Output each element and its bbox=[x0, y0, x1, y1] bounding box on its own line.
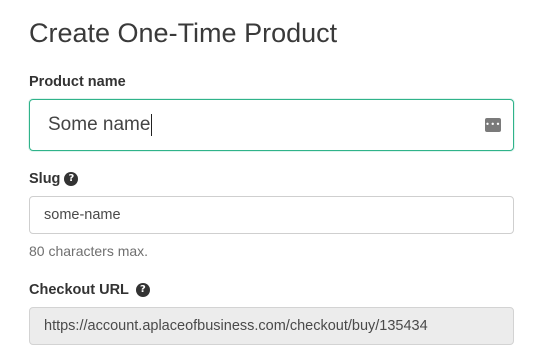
text-caret bbox=[151, 114, 153, 136]
page-title: Create One-Time Product bbox=[29, 18, 338, 48]
slug-label-text: Slug bbox=[29, 171, 61, 187]
question-circle-icon[interactable]: ? bbox=[135, 283, 150, 297]
checkout-url-field[interactable]: https://account.aplaceofbusiness.com/che… bbox=[29, 307, 514, 345]
question-circle-icon[interactable]: ? bbox=[64, 172, 79, 186]
product-name-value: Some name bbox=[48, 114, 151, 135]
slug-label: Slug ? bbox=[29, 170, 79, 188]
checkout-url-label: Checkout URL ? bbox=[29, 281, 150, 299]
slug-value: some-name bbox=[44, 207, 121, 223]
slug-hint: 80 characters max. bbox=[29, 243, 149, 259]
product-name-input[interactable]: Some name ••• bbox=[29, 99, 514, 151]
checkout-url-value: https://account.aplaceofbusiness.com/che… bbox=[44, 318, 428, 334]
product-name-label-text: Product name bbox=[29, 74, 126, 90]
checkout-url-label-text: Checkout URL bbox=[29, 282, 129, 298]
password-manager-icon[interactable]: ••• bbox=[485, 118, 501, 132]
product-name-label: Product name bbox=[29, 73, 126, 91]
slug-input[interactable]: some-name bbox=[29, 196, 514, 234]
